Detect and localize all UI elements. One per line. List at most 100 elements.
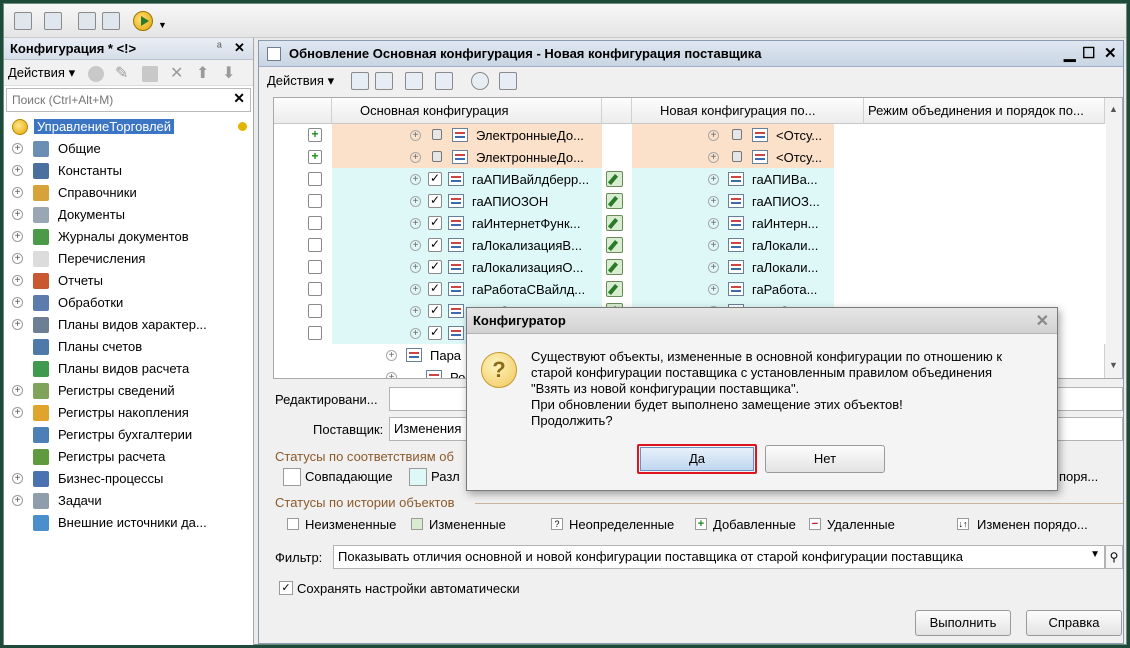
mark-icon[interactable] — [405, 72, 423, 90]
expand-icon[interactable]: + — [708, 240, 719, 251]
close-button[interactable]: ✕ — [1104, 44, 1117, 62]
expand-icon[interactable]: + — [410, 174, 421, 185]
expand-icon[interactable]: + — [708, 130, 719, 141]
tree-item[interactable]: Регистры расчета — [4, 446, 252, 468]
row-mark-checkbox[interactable] — [308, 326, 322, 340]
edit-icon[interactable]: ✎ — [115, 63, 128, 83]
row-mark-checkbox[interactable] — [308, 194, 322, 208]
search-input[interactable] — [10, 90, 230, 110]
expand-icon[interactable]: + — [12, 231, 23, 242]
merge-checkbox[interactable]: ✓ — [428, 304, 442, 318]
move-up-icon[interactable]: ⬆ — [196, 63, 209, 83]
tree-item[interactable]: + Документы — [4, 204, 252, 226]
panel-close-button[interactable]: ✕ — [234, 40, 245, 56]
tree-item[interactable]: + Перечисления — [4, 248, 252, 270]
execute-button[interactable]: Выполнить — [915, 610, 1011, 636]
filter-field[interactable]: Показывать отличия основной и новой конф… — [333, 545, 1105, 569]
help-button[interactable]: Справка — [1026, 610, 1122, 636]
tree-item[interactable]: Планы видов расчета — [4, 358, 252, 380]
expand-icon[interactable]: + — [12, 253, 23, 264]
expand-icon[interactable]: + — [410, 196, 421, 207]
row-mark-checkbox[interactable]: + — [308, 150, 322, 164]
expand-icon[interactable]: + — [12, 143, 23, 154]
row-mark-checkbox[interactable]: + — [308, 128, 322, 142]
expand-icon[interactable]: + — [12, 187, 23, 198]
expand-icon[interactable]: + — [12, 473, 23, 484]
row-mark-checkbox[interactable] — [308, 172, 322, 186]
tree-item[interactable]: + Планы видов характер... — [4, 314, 252, 336]
open-file-icon[interactable] — [351, 72, 369, 90]
row-mark-checkbox[interactable] — [308, 282, 322, 296]
tree-item[interactable]: Регистры бухгалтерии — [4, 424, 252, 446]
expand-icon[interactable]: + — [12, 385, 23, 396]
merge-checkbox[interactable]: ✓ — [428, 194, 442, 208]
grid-scrollbar[interactable]: ▲ ▼ — [1104, 98, 1122, 378]
grid-header-new[interactable]: Новая конфигурация по... — [632, 98, 864, 124]
table-row[interactable]: + ✓ гаАПИОЗОН + гаАПИОЗ... — [274, 190, 1106, 212]
copy-icon[interactable] — [142, 66, 158, 82]
expand-icon[interactable]: + — [386, 350, 397, 361]
refresh-icon[interactable] — [471, 72, 489, 90]
tree-item[interactable]: + Регистры сведений — [4, 380, 252, 402]
expand-icon[interactable]: + — [410, 152, 421, 163]
expand-icon[interactable]: + — [708, 174, 719, 185]
minimize-button[interactable]: ▁ — [1064, 44, 1076, 62]
actions-menu[interactable]: Действия ▾ — [8, 65, 75, 80]
add-icon[interactable] — [88, 66, 104, 82]
pin-icon[interactable]: ª — [217, 40, 222, 55]
expand-icon[interactable]: + — [410, 218, 421, 229]
tree-item[interactable]: + Константы — [4, 160, 252, 182]
save-icon[interactable] — [375, 72, 393, 90]
expand-icon[interactable]: + — [708, 262, 719, 273]
tree-item[interactable]: Планы счетов — [4, 336, 252, 358]
expand-icon[interactable]: + — [708, 152, 719, 163]
tree-item[interactable]: + Регистры накопления — [4, 402, 252, 424]
expand-icon[interactable]: + — [12, 209, 23, 220]
expand-icon[interactable]: + — [410, 284, 421, 295]
yes-button[interactable]: Да — [640, 447, 754, 471]
report-icon[interactable] — [435, 72, 453, 90]
expand-icon[interactable]: + — [410, 130, 421, 141]
expand-icon[interactable]: + — [12, 495, 23, 506]
table-row[interactable]: + + ЭлектронныеДо... + <Отсу... — [274, 124, 1106, 146]
expand-icon[interactable]: + — [708, 218, 719, 229]
tree-item[interactable]: + Журналы документов — [4, 226, 252, 248]
tree-root[interactable]: УправлениеТорговлей — [4, 116, 252, 138]
compare-icon[interactable] — [44, 12, 62, 30]
table-row[interactable]: + ✓ гаАПИВайлдберр... + гаАПИВа... — [274, 168, 1106, 190]
tree-item[interactable]: + Общие — [4, 138, 252, 160]
row-mark-checkbox[interactable] — [308, 260, 322, 274]
scroll-up-icon[interactable]: ▲ — [1109, 104, 1118, 114]
merge-checkbox[interactable]: ✓ — [428, 172, 442, 186]
merge-checkbox[interactable]: ✓ — [428, 260, 442, 274]
tree-item[interactable]: + Отчеты — [4, 270, 252, 292]
no-button[interactable]: Нет — [765, 445, 885, 473]
expand-icon[interactable]: + — [410, 240, 421, 251]
window-icon[interactable] — [102, 12, 120, 30]
row-mark-checkbox[interactable] — [308, 304, 322, 318]
tree-item[interactable]: + Задачи — [4, 490, 252, 512]
tree-item[interactable]: + Обработки — [4, 292, 252, 314]
tree-item[interactable]: Внешние источники да... — [4, 512, 252, 534]
expand-icon[interactable]: + — [386, 372, 397, 378]
table-row[interactable]: + ✓ гаЛокализацияВ... + гаЛокали... — [274, 234, 1106, 256]
grid-header-mode[interactable]: Режим объединения и порядок по... — [864, 98, 1106, 124]
filter-search-icon[interactable]: ⚲ — [1105, 545, 1123, 569]
scroll-down-icon[interactable]: ▼ — [1109, 360, 1118, 370]
merge-checkbox[interactable]: ✓ — [428, 326, 442, 340]
expand-icon[interactable]: + — [12, 319, 23, 330]
merge-checkbox[interactable]: ✓ — [428, 282, 442, 296]
tree-item[interactable]: + Справочники — [4, 182, 252, 204]
filter-dropdown-icon[interactable]: ▼ — [1090, 549, 1100, 560]
merge-checkbox[interactable]: ✓ — [428, 238, 442, 252]
save-settings-checkbox[interactable]: ✓ — [279, 581, 293, 595]
expand-icon[interactable]: + — [12, 275, 23, 286]
settings-icon[interactable] — [499, 72, 517, 90]
update-actions-menu[interactable]: Действия ▾ — [267, 73, 334, 88]
expand-icon[interactable]: + — [708, 284, 719, 295]
row-mark-checkbox[interactable] — [308, 216, 322, 230]
open-config-icon[interactable] — [14, 12, 32, 30]
expand-icon[interactable]: + — [12, 407, 23, 418]
database-icon[interactable] — [78, 12, 96, 30]
grid-header-main[interactable]: Основная конфигурация — [332, 98, 602, 124]
